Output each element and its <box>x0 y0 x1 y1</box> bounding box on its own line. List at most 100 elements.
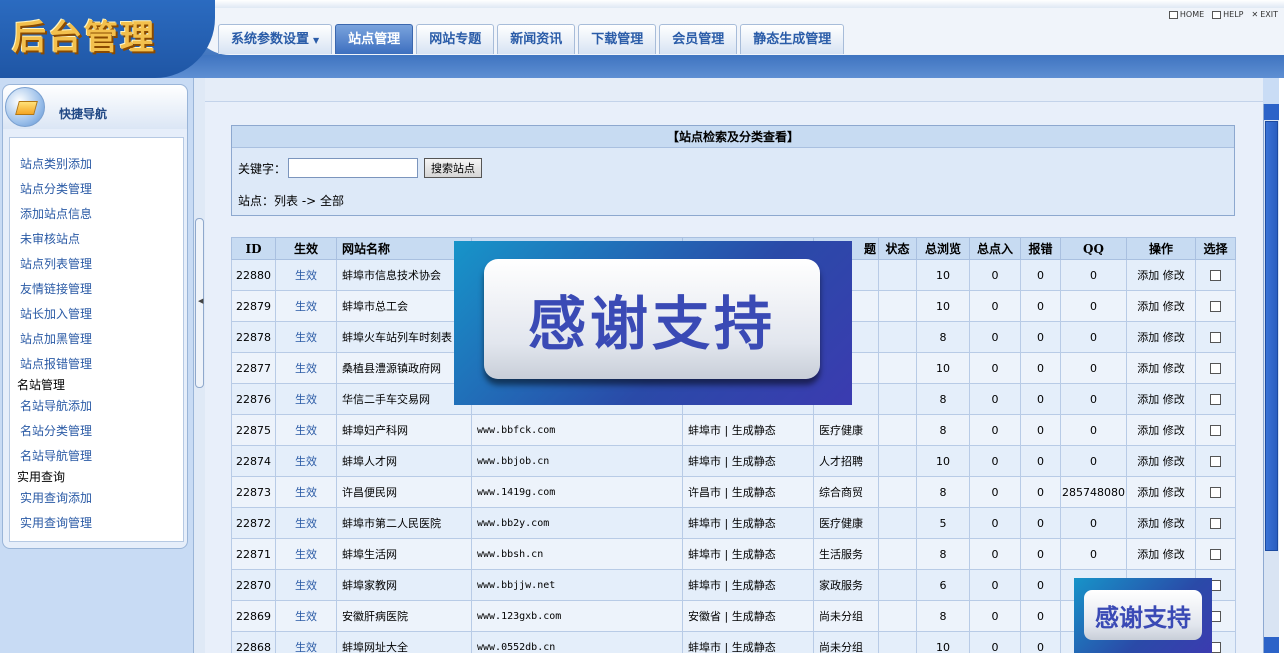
row-select-checkbox[interactable] <box>1210 394 1221 405</box>
sidebar-nav-item[interactable]: 站长加入管理 <box>10 302 183 327</box>
cell-effective-link[interactable]: 生效 <box>275 600 337 632</box>
tab-downloads[interactable]: 下载管理 <box>578 24 657 54</box>
sidebar-nav-item[interactable]: 站点类别添加 <box>10 152 183 177</box>
edit-link[interactable]: 修改 <box>1163 424 1185 437</box>
col-effective: 生效 <box>275 237 337 260</box>
scroll-up-button[interactable] <box>1264 104 1280 120</box>
edit-link[interactable]: 修改 <box>1163 455 1185 468</box>
edit-link[interactable]: 修改 <box>1163 331 1185 344</box>
cell-qq: 0 <box>1060 383 1127 415</box>
search-site-button[interactable]: 搜索站点 <box>424 158 483 178</box>
collapse-arrow-icon[interactable]: ◀ <box>198 297 203 305</box>
sidebar-nav-item[interactable]: 站点报错管理 <box>10 352 183 377</box>
vertical-scrollbar[interactable] <box>1263 104 1280 653</box>
logo-text: 后台管理 <box>12 18 156 58</box>
add-link[interactable]: 添加 <box>1137 362 1159 375</box>
edit-link[interactable]: 修改 <box>1163 486 1185 499</box>
home-link[interactable]: HOME <box>1168 10 1204 19</box>
row-select-checkbox[interactable] <box>1210 332 1221 343</box>
exit-link[interactable]: ✕ EXIT <box>1252 10 1278 19</box>
cell-effective-link[interactable]: 生效 <box>275 631 337 653</box>
tab-static-generation[interactable]: 静态生成管理 <box>740 24 845 54</box>
tab-news[interactable]: 新闻资讯 <box>497 24 576 54</box>
tab-members[interactable]: 会员管理 <box>659 24 738 54</box>
cell-status <box>878 445 917 477</box>
row-select-checkbox[interactable] <box>1210 270 1221 281</box>
row-select-checkbox[interactable] <box>1210 301 1221 312</box>
edit-link[interactable]: 修改 <box>1163 548 1185 561</box>
cell-effective-link[interactable]: 生效 <box>275 352 337 384</box>
tab-site-management[interactable]: 站点管理 <box>335 24 414 54</box>
table-row: 22875 生效 蚌埠妇产科网 www.bbfck.com 蚌埠市 | 生成静态 医疗健康… <box>231 414 1236 446</box>
cell-id: 22877 <box>231 352 276 384</box>
add-link[interactable]: 添加 <box>1137 455 1159 468</box>
cell-id: 22874 <box>231 445 276 477</box>
cell-clicks: 0 <box>969 476 1021 508</box>
sidebar-nav-item[interactable]: 名站导航添加 <box>10 394 183 419</box>
add-link[interactable]: 添加 <box>1137 393 1159 406</box>
cell-effective-link[interactable]: 生效 <box>275 414 337 446</box>
sidebar-nav-item[interactable]: 未审核站点 <box>10 227 183 252</box>
tab-system-settings[interactable]: 系统参数设置 ▼ <box>218 24 333 54</box>
add-link[interactable]: 添加 <box>1137 300 1159 313</box>
edit-link[interactable]: 修改 <box>1163 269 1185 282</box>
help-link[interactable]: HELP <box>1212 10 1244 19</box>
sidebar-nav-item[interactable]: 实用查询管理 <box>10 511 183 536</box>
cell-clicks: 0 <box>969 507 1021 539</box>
cell-site-name: 华信二手车交易网 <box>336 383 472 415</box>
tab-site-topics[interactable]: 网站专题 <box>416 24 495 54</box>
cell-clicks: 0 <box>969 631 1021 653</box>
add-link[interactable]: 添加 <box>1137 548 1159 561</box>
add-link[interactable]: 添加 <box>1137 424 1159 437</box>
sidebar-nav-item[interactable]: 友情链接管理 <box>10 277 183 302</box>
cell-effective-link[interactable]: 生效 <box>275 290 337 322</box>
add-link[interactable]: 添加 <box>1137 517 1159 530</box>
edit-link[interactable]: 修改 <box>1163 393 1185 406</box>
cell-effective-link[interactable]: 生效 <box>275 507 337 539</box>
cell-effective-link[interactable]: 生效 <box>275 259 337 291</box>
row-select-checkbox[interactable] <box>1210 487 1221 498</box>
add-link[interactable]: 添加 <box>1137 269 1159 282</box>
cell-city: 蚌埠市 | 生成静态 <box>682 631 814 653</box>
cell-effective-link[interactable]: 生效 <box>275 383 337 415</box>
table-row: 22873 生效 许昌便民网 www.1419g.com 许昌市 | 生成静态 综合商贸 8… <box>231 476 1236 508</box>
edit-link[interactable]: 修改 <box>1163 300 1185 313</box>
cell-select <box>1195 538 1236 570</box>
cell-effective-link[interactable]: 生效 <box>275 445 337 477</box>
sidebar-nav-item[interactable]: 实用查询添加 <box>10 486 183 511</box>
splitter-grip[interactable]: ◀ <box>195 218 204 388</box>
row-select-checkbox[interactable] <box>1210 518 1221 529</box>
cell-id: 22875 <box>231 414 276 446</box>
edit-link[interactable]: 修改 <box>1163 517 1185 530</box>
cell-url: www.bbfck.com <box>471 414 683 446</box>
keyword-input[interactable] <box>288 158 419 178</box>
cell-effective-link[interactable]: 生效 <box>275 569 337 601</box>
row-select-checkbox[interactable] <box>1210 363 1221 374</box>
sidebar-nav-item[interactable]: 站点加黑管理 <box>10 327 183 352</box>
cell-effective-link[interactable]: 生效 <box>275 476 337 508</box>
row-select-checkbox[interactable] <box>1210 549 1221 560</box>
table-row: 22874 生效 蚌埠人才网 www.bbjob.cn 蚌埠市 | 生成静态 人才招聘 10… <box>231 445 1236 477</box>
cell-clicks: 0 <box>969 538 1021 570</box>
row-select-checkbox[interactable] <box>1210 456 1221 467</box>
scroll-thumb[interactable] <box>1265 121 1278 551</box>
sidebar-nav-item[interactable]: 站点列表管理 <box>10 252 183 277</box>
sidebar-nav-item[interactable]: 名站导航管理 <box>10 444 183 469</box>
sidebar-nav-item[interactable]: 添加站点信息 <box>10 202 183 227</box>
scroll-down-button[interactable] <box>1264 637 1280 653</box>
add-link[interactable]: 添加 <box>1137 486 1159 499</box>
add-link[interactable]: 添加 <box>1137 331 1159 344</box>
sidebar-nav-item[interactable]: 名站分类管理 <box>10 419 183 444</box>
cell-errors: 0 <box>1020 538 1061 570</box>
cell-errors: 0 <box>1020 414 1061 446</box>
sidebar-splitter[interactable]: ◀ <box>193 78 205 653</box>
edit-link[interactable]: 修改 <box>1163 362 1185 375</box>
cell-city: 蚌埠市 | 生成静态 <box>682 414 814 446</box>
row-select-checkbox[interactable] <box>1210 425 1221 436</box>
cell-effective-link[interactable]: 生效 <box>275 321 337 353</box>
sidebar-nav-item[interactable]: 站点分类管理 <box>10 177 183 202</box>
cell-effective-link[interactable]: 生效 <box>275 538 337 570</box>
cell-category: 尚未分组 <box>813 600 879 632</box>
cell-category: 综合商贸 <box>813 476 879 508</box>
col-views: 总浏览 <box>916 237 970 260</box>
